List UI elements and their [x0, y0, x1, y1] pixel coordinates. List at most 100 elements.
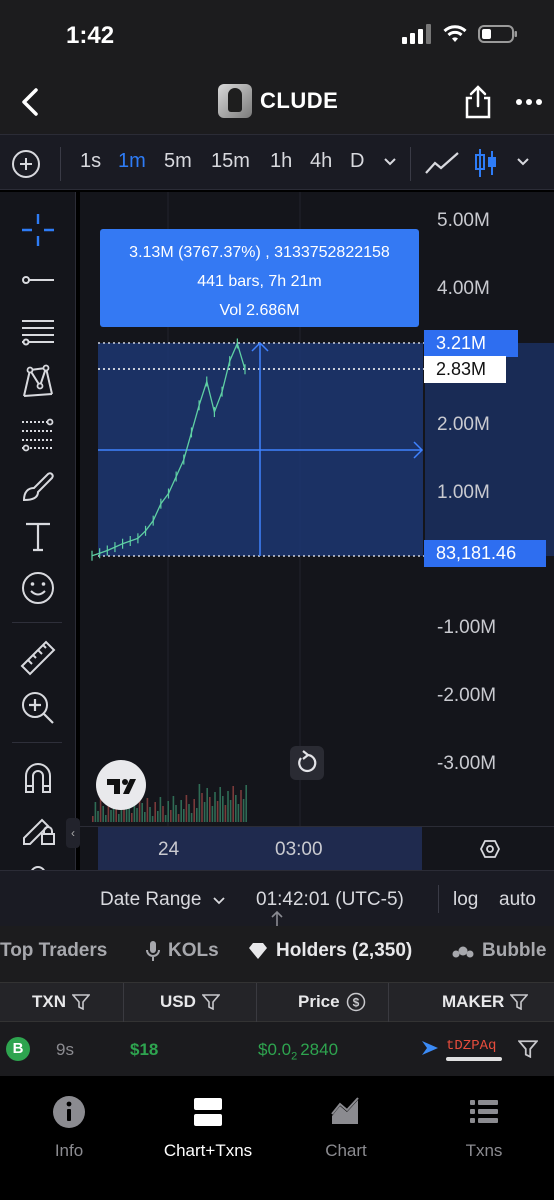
trend-line-icon[interactable] — [18, 260, 58, 300]
filter-icon[interactable] — [510, 994, 529, 1010]
volume-bar — [162, 806, 164, 822]
y-tick-label: 1.00M — [437, 482, 490, 503]
header-maker[interactable]: MAKER — [442, 992, 529, 1012]
volume-bar — [175, 805, 177, 822]
text-tool-icon[interactable] — [18, 516, 58, 556]
filter-icon[interactable] — [72, 994, 90, 1010]
volume-bar — [209, 797, 211, 822]
volume-bar — [136, 808, 138, 822]
share-icon[interactable] — [462, 84, 494, 120]
volume-bar — [110, 810, 112, 822]
reset-chart-icon[interactable] — [290, 746, 324, 780]
y-tick-label: 4.00M — [437, 278, 490, 299]
volume-bar — [172, 796, 175, 822]
token-title[interactable]: CLUDE — [218, 84, 338, 118]
line-chart-icon[interactable] — [424, 149, 460, 177]
y-tick-label: -3.00M — [437, 753, 497, 774]
log-scale-toggle[interactable]: log — [453, 889, 478, 911]
volume-bar — [123, 809, 125, 822]
header-divider — [123, 983, 124, 1023]
volume-bar — [237, 804, 240, 822]
volume-bar — [219, 787, 221, 822]
tab-top-traders[interactable]: Top Traders — [0, 940, 107, 962]
ruler-icon[interactable] — [18, 638, 58, 678]
current-price-tag: 2.83M — [424, 356, 506, 383]
crosshair-icon[interactable] — [18, 210, 58, 250]
tradingview-logo[interactable] — [96, 760, 146, 810]
timeframe-1h[interactable]: 1h — [270, 150, 292, 173]
nav-chart[interactable]: Chart — [286, 1094, 406, 1161]
tab-kols[interactable]: KOLs — [146, 940, 219, 962]
fib-retracement-icon[interactable] — [18, 414, 58, 454]
measure-tooltip: 3.13M (3767.37%) , 3133752822158 441 bar… — [100, 229, 419, 327]
measure-change: 3.13M (3767.37%) , 3133752822158 — [129, 244, 390, 261]
brush-icon[interactable] — [18, 466, 58, 506]
volume-bar — [185, 795, 188, 822]
timeframe-5m[interactable]: 5m — [164, 150, 192, 173]
volume-bar — [229, 800, 232, 822]
volume-bar — [167, 801, 169, 822]
tab-bubble[interactable]: Bubble — [452, 940, 546, 962]
filter-icon[interactable] — [518, 1040, 538, 1058]
volume-bar — [201, 793, 203, 822]
zoom-in-icon[interactable] — [18, 688, 58, 728]
magnet-icon[interactable] — [18, 758, 58, 798]
info-icon — [53, 1096, 85, 1128]
volume-bar — [216, 801, 219, 822]
filter-icon[interactable] — [201, 994, 220, 1010]
nav-info[interactable]: Info — [9, 1094, 129, 1161]
volume-bar — [206, 788, 208, 822]
tab-holders[interactable]: Holders (2,350) — [248, 940, 412, 962]
time-axis[interactable]: 24 03:00 — [80, 826, 554, 871]
volume-bar — [188, 804, 190, 822]
token-name: CLUDE — [260, 88, 339, 113]
chevron-down-icon[interactable] — [516, 157, 530, 167]
list-icon — [470, 1100, 498, 1123]
collapse-tools-icon[interactable]: ‹ — [66, 818, 80, 848]
volume-bar — [232, 786, 234, 822]
back-icon[interactable] — [14, 84, 50, 120]
parallel-lines-icon[interactable] — [18, 312, 58, 352]
table-row[interactable]: B 9s $18 $0.02 2840 tDZPAq — [0, 1022, 554, 1076]
microphone-icon — [146, 941, 160, 961]
timeframe-15m[interactable]: 15m — [211, 150, 250, 173]
lock-drawing-icon[interactable] — [18, 808, 58, 848]
timeframe-4h[interactable]: 4h — [310, 150, 332, 173]
chevron-down-icon[interactable] — [383, 157, 397, 167]
volume-bar — [222, 796, 224, 822]
candle-chart-icon[interactable] — [474, 147, 498, 179]
tab-holders-label: Holders (2,350) — [276, 940, 413, 961]
volume-bar — [245, 785, 247, 822]
wifi-icon — [443, 25, 467, 42]
maker-holding-bar — [446, 1057, 502, 1061]
toolbar-divider — [60, 147, 61, 181]
price-digits: 2840 — [300, 1040, 339, 1059]
maker-address[interactable]: tDZPAq — [446, 1038, 496, 1054]
volume-bar — [214, 792, 216, 822]
header-txn[interactable]: TXN — [32, 992, 90, 1012]
chart-settings-icon[interactable] — [480, 839, 500, 859]
timeframe-1s[interactable]: 1s — [80, 150, 101, 173]
header-usd[interactable]: USD — [160, 992, 220, 1012]
emoji-icon[interactable] — [18, 568, 58, 608]
volume-bar — [190, 813, 193, 822]
volume-bar — [149, 807, 151, 822]
timeframe-d[interactable]: D — [350, 150, 364, 173]
dollar-circle-icon[interactable]: $ — [346, 992, 366, 1012]
date-range-button[interactable]: Date Range — [100, 889, 225, 911]
timezone-clock[interactable]: 01:42:01 (UTC-5) — [256, 889, 404, 911]
nav-chart-txns[interactable]: Chart+Txns — [148, 1094, 268, 1161]
volume-bar — [170, 810, 172, 822]
header-price[interactable]: Price $ — [298, 992, 366, 1012]
volume-bar — [131, 813, 133, 822]
pattern-icon[interactable] — [18, 362, 58, 402]
bubble-icon — [452, 946, 474, 958]
more-icon[interactable] — [514, 88, 544, 116]
nav-txns[interactable]: Txns — [424, 1094, 544, 1161]
time-tick-time: 03:00 — [275, 839, 323, 860]
y-tick-label: 5.00M — [437, 210, 490, 231]
add-indicator-icon[interactable] — [12, 150, 40, 178]
volume-bar — [193, 799, 195, 822]
auto-scale-toggle[interactable]: auto — [499, 889, 536, 911]
timeframe-1m[interactable]: 1m — [118, 150, 146, 173]
